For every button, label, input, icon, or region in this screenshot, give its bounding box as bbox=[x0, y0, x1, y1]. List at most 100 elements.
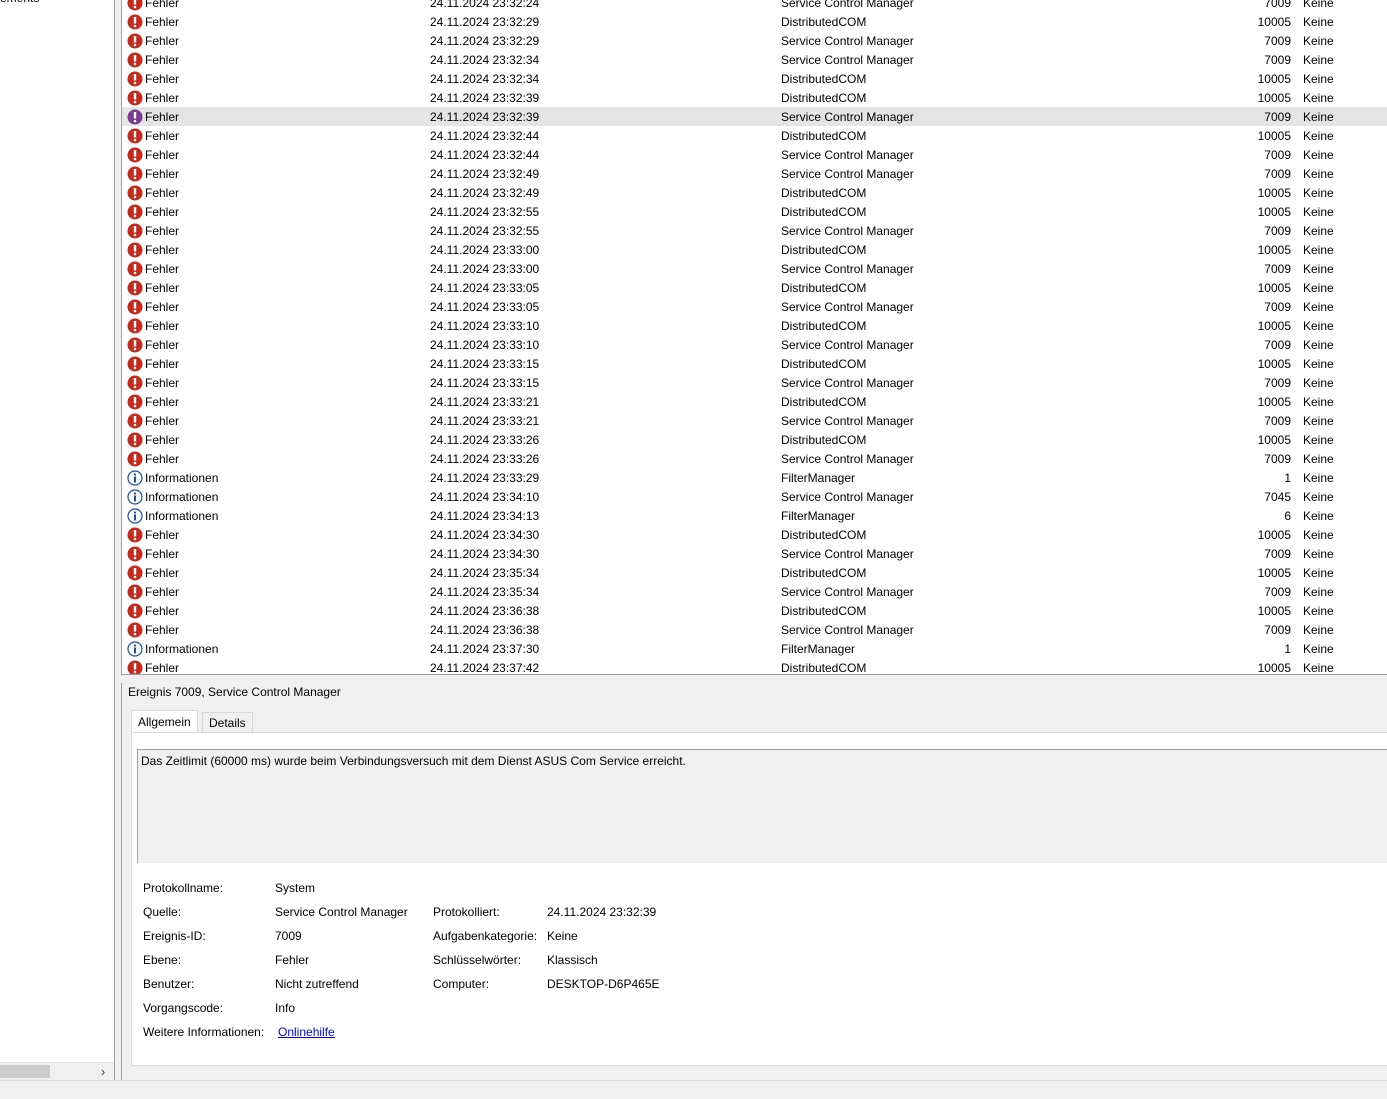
label-keywords: Schlüsselwörter: bbox=[433, 953, 522, 967]
event-date: 24.11.2024 23:36:38 bbox=[430, 623, 540, 637]
event-category: Keine bbox=[1303, 148, 1334, 162]
event-category: Keine bbox=[1303, 262, 1334, 276]
event-level: Fehler bbox=[145, 205, 180, 219]
event-row[interactable]: Fehler 24.11.2024 23:32:55 Service Control… bbox=[122, 221, 1387, 240]
event-level: Informationen bbox=[145, 509, 219, 523]
error-icon bbox=[127, 52, 143, 68]
event-row[interactable]: Fehler 24.11.2024 23:32:55 DistributedCOM 1… bbox=[122, 202, 1387, 221]
event-row[interactable]: Fehler 24.11.2024 23:33:10 Service Control… bbox=[122, 335, 1387, 354]
event-source: DistributedCOM bbox=[781, 243, 867, 257]
event-date: 24.11.2024 23:33:05 bbox=[430, 281, 540, 295]
event-row[interactable]: Fehler 24.11.2024 23:33:05 DistributedCOM 1… bbox=[122, 278, 1387, 297]
error-icon bbox=[127, 546, 143, 562]
event-source: DistributedCOM bbox=[781, 395, 867, 409]
event-row[interactable]: Informationen 24.11.2024 23:33:29 FilterMa… bbox=[122, 468, 1387, 487]
error-icon bbox=[127, 33, 143, 49]
event-row[interactable]: Fehler 24.11.2024 23:33:05 Service Control… bbox=[122, 297, 1387, 316]
event-row[interactable]: Fehler 24.11.2024 23:32:29 DistributedCOM 1… bbox=[122, 12, 1387, 31]
label-user: Benutzer: bbox=[143, 977, 195, 991]
info-icon bbox=[127, 470, 143, 486]
event-row[interactable]: Fehler 24.11.2024 23:32:44 DistributedCOM 1… bbox=[122, 126, 1387, 145]
error-icon bbox=[127, 432, 143, 448]
event-source: DistributedCOM bbox=[781, 566, 867, 580]
tree-item-events[interactable]: ements bbox=[0, 0, 39, 5]
value-opcode: Info bbox=[275, 1001, 296, 1015]
value-log-name: System bbox=[275, 881, 316, 895]
event-level: Fehler bbox=[145, 604, 180, 618]
event-category: Keine bbox=[1303, 224, 1334, 238]
event-row[interactable]: Fehler 24.11.2024 23:33:10 DistributedCOM 1… bbox=[122, 316, 1387, 335]
event-list[interactable]: Fehler 24.11.2024 23:32:24 Service Control… bbox=[121, 0, 1387, 674]
event-source: DistributedCOM bbox=[781, 91, 867, 105]
error-icon bbox=[127, 71, 143, 87]
event-id: 10005 bbox=[1257, 281, 1291, 295]
event-row[interactable]: Fehler 24.11.2024 23:36:38 DistributedCOM 1… bbox=[122, 601, 1387, 620]
event-date: 24.11.2024 23:33:26 bbox=[430, 433, 540, 447]
event-row[interactable]: Fehler 24.11.2024 23:32:34 Service Control… bbox=[122, 50, 1387, 69]
event-date: 24.11.2024 23:32:44 bbox=[430, 148, 540, 162]
error-icon bbox=[127, 356, 143, 372]
info-icon bbox=[127, 489, 143, 505]
pane-splitter[interactable] bbox=[115, 0, 119, 1080]
event-level: Fehler bbox=[145, 433, 180, 447]
tab-details[interactable]: Details bbox=[202, 712, 253, 732]
event-row[interactable]: Fehler 24.11.2024 23:33:15 DistributedCOM 1… bbox=[122, 354, 1387, 373]
event-row[interactable]: Fehler 24.11.2024 23:32:29 Service Control… bbox=[122, 31, 1387, 50]
event-row[interactable]: Fehler 24.11.2024 23:34:30 DistributedCOM 1… bbox=[122, 525, 1387, 544]
event-row[interactable]: Fehler 24.11.2024 23:33:21 Service Control… bbox=[122, 411, 1387, 430]
event-row[interactable]: Fehler 24.11.2024 23:33:26 Service Control… bbox=[122, 449, 1387, 468]
event-row[interactable]: Fehler 24.11.2024 23:32:44 Service Control… bbox=[122, 145, 1387, 164]
event-date: 24.11.2024 23:32:29 bbox=[430, 34, 540, 48]
event-row[interactable]: Fehler 24.11.2024 23:32:39 DistributedCOM 1… bbox=[122, 88, 1387, 107]
label-event-id: Ereignis-ID: bbox=[143, 929, 206, 943]
event-id: 7009 bbox=[1264, 623, 1291, 637]
event-category: Keine bbox=[1303, 528, 1334, 542]
event-level: Fehler bbox=[145, 585, 180, 599]
event-source: Service Control Manager bbox=[781, 34, 914, 48]
tab-general[interactable]: Allgemein bbox=[131, 710, 198, 732]
event-category: Keine bbox=[1303, 376, 1334, 390]
event-category: Keine bbox=[1303, 0, 1334, 10]
value-keywords: Klassisch bbox=[547, 953, 598, 967]
horizontal-scrollbar[interactable]: › bbox=[0, 1062, 114, 1080]
event-row[interactable]: Fehler 24.11.2024 23:37:42 DistributedCOM 1… bbox=[122, 658, 1387, 674]
description-box[interactable]: Das Zeitlimit (60000 ms) wurde beim Verb… bbox=[137, 749, 1387, 863]
event-date: 24.11.2024 23:34:13 bbox=[430, 509, 540, 523]
event-row[interactable]: Fehler 24.11.2024 23:36:38 Service Control… bbox=[122, 620, 1387, 639]
scrollbar-thumb[interactable] bbox=[0, 1065, 50, 1078]
event-level: Fehler bbox=[145, 186, 180, 200]
label-opcode: Vorgangscode: bbox=[143, 1001, 224, 1015]
event-category: Keine bbox=[1303, 566, 1334, 580]
error-icon bbox=[127, 261, 143, 277]
event-level: Informationen bbox=[145, 490, 219, 504]
event-date: 24.11.2024 23:34:10 bbox=[430, 490, 540, 504]
event-row[interactable]: Fehler 24.11.2024 23:35:34 Service Control… bbox=[122, 582, 1387, 601]
online-help-link[interactable]: Onlinehilfe bbox=[278, 1024, 335, 1040]
event-row[interactable]: Informationen 24.11.2024 23:34:13 FilterMa… bbox=[122, 506, 1387, 525]
chevron-right-icon[interactable]: › bbox=[96, 1063, 110, 1080]
event-level: Fehler bbox=[145, 110, 180, 124]
event-row[interactable]: Fehler 24.11.2024 23:33:00 Service Control… bbox=[122, 259, 1387, 278]
event-row[interactable]: Fehler 24.11.2024 23:33:21 DistributedCOM 1… bbox=[122, 392, 1387, 411]
event-category: Keine bbox=[1303, 300, 1334, 314]
event-row[interactable]: Fehler 24.11.2024 23:32:49 DistributedCOM 1… bbox=[122, 183, 1387, 202]
event-id: 10005 bbox=[1257, 433, 1291, 447]
label-source: Quelle: bbox=[143, 905, 182, 919]
event-source: DistributedCOM bbox=[781, 357, 867, 371]
event-row[interactable]: Fehler 24.11.2024 23:32:24 Service Control… bbox=[122, 0, 1387, 12]
event-row[interactable]: Fehler 24.11.2024 23:33:26 DistributedCOM 1… bbox=[122, 430, 1387, 449]
event-row[interactable]: Fehler 24.11.2024 23:32:34 DistributedCOM 1… bbox=[122, 69, 1387, 88]
event-category: Keine bbox=[1303, 167, 1334, 181]
info-icon bbox=[127, 641, 143, 657]
event-row[interactable]: Informationen 24.11.2024 23:37:30 FilterMa… bbox=[122, 639, 1387, 658]
event-row[interactable]: Fehler 24.11.2024 23:33:15 Service Control… bbox=[122, 373, 1387, 392]
event-row[interactable]: Fehler 24.11.2024 23:34:30 Service Control… bbox=[122, 544, 1387, 563]
event-row[interactable]: Fehler 24.11.2024 23:32:49 Service Control… bbox=[122, 164, 1387, 183]
error-icon bbox=[127, 565, 143, 581]
event-date: 24.11.2024 23:33:15 bbox=[430, 376, 540, 390]
event-row[interactable]: Informationen 24.11.2024 23:34:10 Service … bbox=[122, 487, 1387, 506]
event-row[interactable]: Fehler 24.11.2024 23:33:00 DistributedCOM 1… bbox=[122, 240, 1387, 259]
event-row[interactable]: Fehler 24.11.2024 23:32:39 Service Control… bbox=[122, 107, 1387, 126]
event-date: 24.11.2024 23:33:10 bbox=[430, 338, 540, 352]
event-row[interactable]: Fehler 24.11.2024 23:35:34 DistributedCOM 1… bbox=[122, 563, 1387, 582]
